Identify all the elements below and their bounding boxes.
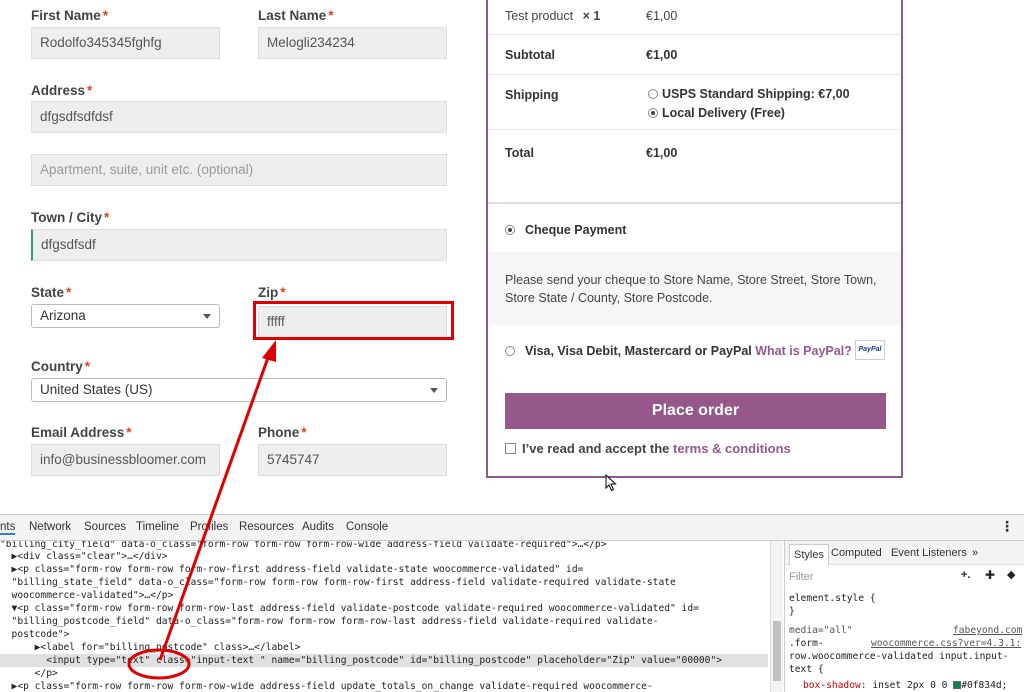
highlight-circle (127, 648, 191, 680)
screenshot: First Name * Rodolfo345345fghfg Last Name… (0, 0, 1024, 692)
annotation-overlay (127, 340, 276, 680)
arrow-line (158, 351, 272, 661)
arrow-head-icon (262, 340, 276, 362)
